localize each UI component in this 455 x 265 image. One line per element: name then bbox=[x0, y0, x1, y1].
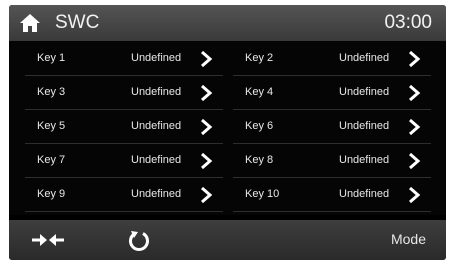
key-label: Key 6 bbox=[245, 120, 274, 132]
key-label: Key 7 bbox=[37, 154, 66, 166]
key-value: Undefined bbox=[339, 120, 390, 132]
key-label: Key 1 bbox=[37, 52, 66, 64]
chevron-right-icon[interactable] bbox=[407, 84, 421, 102]
key-value: Undefined bbox=[131, 154, 182, 166]
swap-button[interactable] bbox=[31, 232, 65, 248]
chevron-right-icon[interactable] bbox=[407, 152, 421, 170]
key-row-8[interactable]: Key 8 Undefined bbox=[233, 145, 431, 178]
chevron-right-icon[interactable] bbox=[199, 50, 213, 68]
reset-icon bbox=[129, 231, 149, 251]
key-value: Undefined bbox=[131, 86, 182, 98]
home-button[interactable] bbox=[19, 13, 41, 33]
key-row-5[interactable]: Key 5 Undefined bbox=[25, 111, 223, 144]
key-row-6[interactable]: Key 6 Undefined bbox=[233, 111, 431, 144]
key-row-4[interactable]: Key 4 Undefined bbox=[233, 77, 431, 110]
key-value: Undefined bbox=[131, 52, 182, 64]
key-label: Key 4 bbox=[245, 86, 274, 98]
swap-arrows-icon bbox=[32, 234, 64, 246]
chevron-right-icon[interactable] bbox=[407, 118, 421, 136]
key-value: Undefined bbox=[339, 154, 390, 166]
key-label: Key 2 bbox=[245, 52, 274, 64]
chevron-right-icon[interactable] bbox=[407, 186, 421, 204]
swc-screen: SWC 03:00 Key 1 Undefined Key 2 Undefined Ke… bbox=[9, 5, 446, 260]
chevron-right-icon[interactable] bbox=[199, 152, 213, 170]
reset-button[interactable] bbox=[127, 229, 151, 253]
key-label: Key 5 bbox=[37, 120, 66, 132]
clock: 03:00 bbox=[384, 12, 432, 33]
footer-bar: Mode bbox=[9, 220, 446, 260]
key-value: Undefined bbox=[131, 120, 182, 132]
key-row-7[interactable]: Key 7 Undefined bbox=[25, 145, 223, 178]
key-label: Key 8 bbox=[245, 154, 274, 166]
key-label: Key 9 bbox=[37, 188, 66, 200]
key-value: Undefined bbox=[339, 86, 390, 98]
chevron-right-icon[interactable] bbox=[199, 84, 213, 102]
key-row-2[interactable]: Key 2 Undefined bbox=[233, 43, 431, 76]
key-value: Undefined bbox=[339, 188, 390, 200]
mode-button[interactable]: Mode bbox=[391, 231, 426, 247]
home-icon bbox=[20, 14, 40, 32]
key-label: Key 3 bbox=[37, 86, 66, 98]
key-grid: Key 1 Undefined Key 2 Undefined Key 3 Undefin… bbox=[9, 41, 446, 215]
key-row-9[interactable]: Key 9 Undefined bbox=[25, 179, 223, 212]
key-row-3[interactable]: Key 3 Undefined bbox=[25, 77, 223, 110]
page-title: SWC bbox=[55, 12, 100, 33]
chevron-right-icon[interactable] bbox=[199, 118, 213, 136]
key-value: Undefined bbox=[339, 52, 390, 64]
key-label: Key 10 bbox=[245, 188, 280, 200]
chevron-right-icon[interactable] bbox=[199, 186, 213, 204]
key-row-1[interactable]: Key 1 Undefined bbox=[25, 43, 223, 76]
chevron-right-icon[interactable] bbox=[407, 50, 421, 68]
header-bar: SWC 03:00 bbox=[9, 5, 446, 41]
key-row-10[interactable]: Key 10 Undefined bbox=[233, 179, 431, 212]
key-value: Undefined bbox=[131, 188, 182, 200]
